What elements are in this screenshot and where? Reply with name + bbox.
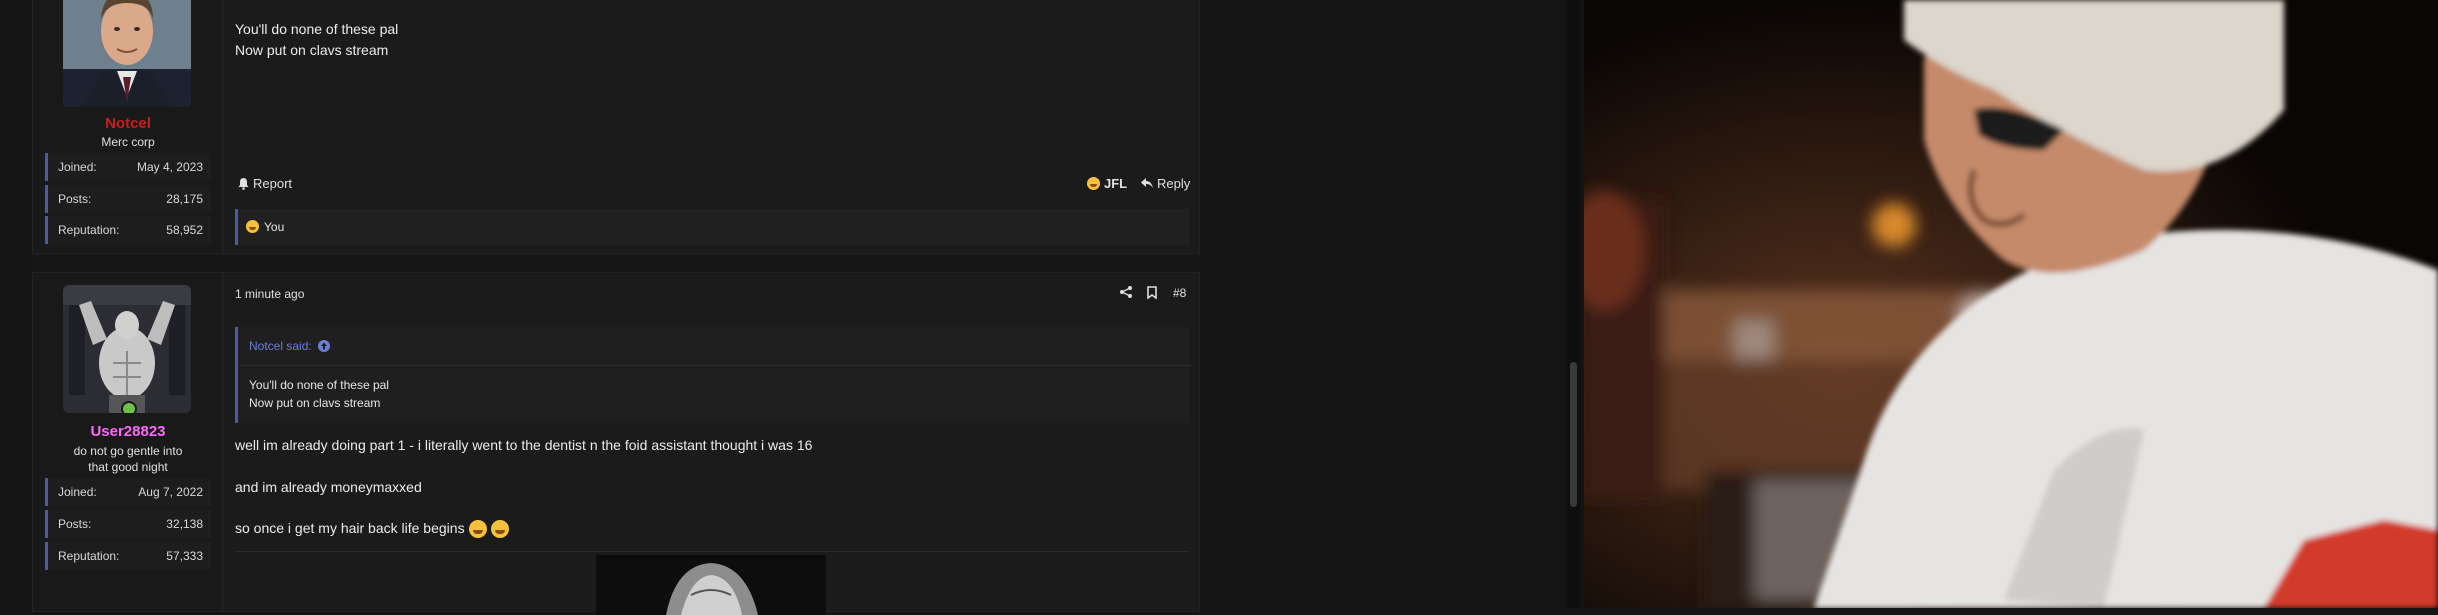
avatar[interactable] xyxy=(63,285,191,413)
username-link[interactable]: User28823 xyxy=(33,423,223,440)
quote-line: You'll do none of these pal xyxy=(249,378,389,392)
reaction-summary-label: You xyxy=(264,220,285,234)
quote-block: Notcel said: You'll do none of these pal… xyxy=(235,327,1192,423)
report-button[interactable]: Report xyxy=(238,176,292,191)
reply-button[interactable]: Reply xyxy=(1141,176,1190,191)
bell-icon xyxy=(238,177,249,190)
post-number-link[interactable]: #8 xyxy=(1173,286,1186,300)
user-title: do not go gentle into that good night xyxy=(73,444,183,474)
stat-key: Posts: xyxy=(58,192,92,206)
embedded-image[interactable] xyxy=(596,555,826,615)
username-link[interactable]: Notcel xyxy=(33,115,223,132)
reaction-label: JFL xyxy=(1104,176,1128,191)
page-scrollbar-track[interactable] xyxy=(1566,0,1580,608)
stat-reputation: Reputation: 58,952 xyxy=(45,216,211,244)
stat-key: Posts: xyxy=(58,517,92,531)
message-line-with-emoji: so once i get my hair back life begins xyxy=(235,518,509,539)
stat-value: 58,952 xyxy=(166,223,203,237)
user-cell: User28823 do not go gentle into that goo… xyxy=(33,273,223,611)
stat-joined: Joined: May 4, 2023 xyxy=(45,153,211,181)
page-scrollbar-thumb[interactable] xyxy=(1570,362,1577,507)
user-title: Merc corp xyxy=(101,135,155,149)
quote-divider xyxy=(238,365,1192,366)
thread-column: Notcel Merc corp Joined: May 4, 2023 Pos… xyxy=(32,0,1200,615)
message-line: well im already doing part 1 - i literal… xyxy=(235,437,813,453)
stat-value: 57,333 xyxy=(166,549,203,563)
quote-author-link[interactable]: Notcel said: xyxy=(249,339,330,353)
online-status-indicator xyxy=(121,401,137,413)
message-line: Now put on clavs stream xyxy=(235,42,389,58)
laughing-emoji-icon xyxy=(1087,177,1100,190)
stat-joined: Joined: Aug 7, 2022 xyxy=(45,478,211,506)
bookmark-icon[interactable] xyxy=(1147,286,1157,299)
stat-reputation: Reputation: 57,333 xyxy=(45,542,211,570)
share-icon[interactable] xyxy=(1120,286,1132,298)
stat-value: May 4, 2023 xyxy=(136,160,203,174)
laughing-emoji-icon xyxy=(246,220,259,233)
video-player[interactable] xyxy=(1584,0,2438,608)
stat-posts: Posts: 28,175 xyxy=(45,185,211,213)
quote-line: Now put on clavs stream xyxy=(249,396,381,410)
avatar[interactable] xyxy=(63,0,191,107)
stat-key: Joined: xyxy=(58,485,97,499)
message-line: and im already moneymaxxed xyxy=(235,479,422,495)
post-user28823: User28823 do not go gentle into that goo… xyxy=(32,272,1200,615)
stat-value: Aug 7, 2022 xyxy=(138,485,203,499)
stat-value: 28,175 xyxy=(166,192,203,206)
message-text: so once i get my hair back life begins xyxy=(235,520,465,536)
reply-arrow-icon xyxy=(1141,178,1153,188)
reply-label: Reply xyxy=(1157,176,1191,191)
stat-value: 32,138 xyxy=(166,517,203,531)
forum-page: Notcel Merc corp Joined: May 4, 2023 Pos… xyxy=(0,0,1215,615)
grimacing-emoji-icon xyxy=(490,519,509,538)
user-cell: Notcel Merc corp Joined: May 4, 2023 Pos… xyxy=(33,0,223,253)
post-notcel: Notcel Merc corp Joined: May 4, 2023 Pos… xyxy=(32,0,1200,254)
stat-posts: Posts: 32,138 xyxy=(45,510,211,538)
reaction-summary[interactable]: You xyxy=(235,209,1189,245)
react-button[interactable]: JFL xyxy=(1087,176,1127,191)
message-line: You'll do none of these pal xyxy=(235,21,399,37)
grimacing-emoji-icon xyxy=(468,519,487,538)
quote-author: Notcel said: xyxy=(249,339,312,353)
post-body: You'll do none of these pal Now put on c… xyxy=(235,19,398,61)
image-divider xyxy=(235,551,1189,552)
stat-key: Reputation: xyxy=(58,223,120,237)
post-timestamp[interactable]: 1 minute ago xyxy=(235,287,304,301)
report-label: Report xyxy=(253,176,293,191)
stat-key: Joined: xyxy=(58,160,97,174)
arrow-up-circle-icon xyxy=(317,340,330,352)
stat-key: Reputation: xyxy=(58,549,120,563)
